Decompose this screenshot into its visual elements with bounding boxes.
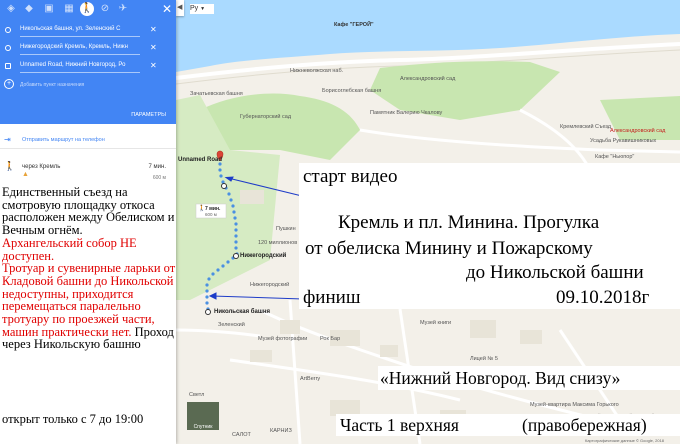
place-label: САЛОТ xyxy=(232,432,251,438)
caption-line-3: до Никольской башни xyxy=(466,262,644,283)
walk-dist-label: 600 м xyxy=(205,212,217,217)
route-via: через Кремль xyxy=(22,164,61,170)
add-destination-icon[interactable]: + xyxy=(4,79,14,89)
remove-waypoint-icon[interactable]: ✕ xyxy=(150,43,157,52)
place-label: Рок Бар xyxy=(320,336,341,342)
side-label: (правобережная) xyxy=(522,415,647,435)
send-to-phone-row[interactable]: ⇥ Отправить маршрут на телефон xyxy=(0,132,176,149)
series-title: «Нижний Новгород. Вид снизу» xyxy=(380,368,621,388)
phone-icon: ⇥ xyxy=(4,135,11,144)
route-kremlin-label: Нижегородский xyxy=(240,253,287,259)
waypoint-end-icon xyxy=(5,63,11,69)
place-label: 120 миллионов xyxy=(258,240,298,246)
warning-icon: ▲ xyxy=(22,171,29,178)
note-black-1: Единственный съезд на смотровую площадку… xyxy=(2,185,175,238)
waypoint-1-text: Никольская башня, ул. Зеленский С xyxy=(20,26,121,32)
caption-date: 09.10.2018г xyxy=(556,287,650,308)
walking-icon: 🚶 xyxy=(4,161,16,171)
overlay-note: Единственный съезд на смотровую площадку… xyxy=(2,186,180,351)
walk-mode-icon[interactable]: 🚶 xyxy=(80,2,94,16)
language-selector[interactable]: Ру ▼ xyxy=(190,4,214,14)
place-label: КАРНИЗ xyxy=(270,428,292,434)
collapse-panel-button[interactable]: ◀ xyxy=(176,0,184,16)
place-label: Александровский сад xyxy=(400,76,456,82)
place-label: Нижегородский xyxy=(250,282,290,288)
waypoint-mid-icon xyxy=(5,45,11,51)
directions-panel: ◈ ◆ ▣ ▦ 🚶 ⊘ ✈ ✕ Никольская башня, ул. Зе… xyxy=(0,0,176,444)
waypoint-field-1[interactable]: Никольская башня, ул. Зеленский С xyxy=(20,22,140,37)
route-end-marker[interactable] xyxy=(205,309,211,315)
options-button[interactable]: ПАРАМЕТРЫ xyxy=(131,112,166,118)
place-label: Нижневолжская наб. xyxy=(290,68,344,74)
place-label: Светл xyxy=(189,392,205,398)
place-label: Борисоглебская башня xyxy=(322,88,382,94)
satellite-toggle-label: Спутник xyxy=(193,424,213,430)
place-label: Музей фотографии xyxy=(258,336,308,342)
language-label: Ру xyxy=(190,5,199,12)
bike-icon[interactable]: ⊘ xyxy=(98,2,112,16)
waypoint-2-text: Нижегородский Кремль, Кремль, Нижн xyxy=(20,44,128,50)
caption-line-2: от обелиска Минину и Пожарскому xyxy=(305,238,593,259)
add-destination-input[interactable]: Добавить пункт назначения xyxy=(20,82,84,88)
route-waypoint-kremlin[interactable] xyxy=(221,183,227,189)
place-label: Музей-квартира Максима Горького xyxy=(530,402,619,408)
note-hours: открыт только с 7 до 19:00 xyxy=(2,412,144,426)
walk-icon: 🚶 xyxy=(198,206,206,212)
place-label: Музей книги xyxy=(420,320,452,326)
place-label: Лицей № 5 xyxy=(470,356,498,362)
waypoint-3-text: Unnamed Road, Нижний Новгород, Ро xyxy=(20,62,126,68)
chevron-left-icon: ◀ xyxy=(177,4,183,11)
caption-start: старт видео xyxy=(303,166,398,187)
route-distance: 600 м xyxy=(152,175,166,181)
send-to-phone-link[interactable]: Отправить маршрут на телефон xyxy=(22,137,105,143)
close-icon[interactable]: ✕ xyxy=(162,2,172,16)
route-time: 7 мин. xyxy=(148,164,166,170)
travel-mode-bar: ◈ ◆ ▣ ▦ 🚶 ⊘ ✈ ✕ xyxy=(0,0,176,18)
waypoint-field-2[interactable]: Нижегородский Кремль, Кремль, Нижн xyxy=(20,40,140,55)
map-copyright: Картографические данные © Google, 2018 xyxy=(585,438,665,443)
plane-icon[interactable]: ✈ xyxy=(116,2,130,16)
place-label: Александровский сад xyxy=(610,128,666,134)
chevron-down-icon: ▼ xyxy=(200,6,206,12)
remove-waypoint-icon[interactable]: ✕ xyxy=(150,25,157,34)
directions-icon[interactable]: ◈ xyxy=(4,2,18,16)
place-label: Губернаторский сад xyxy=(240,114,292,120)
place-label: Кремлевский Съезд xyxy=(560,124,612,130)
place-label: Кафе "ГЕРОЙ" xyxy=(334,22,374,28)
remove-waypoint-icon[interactable]: ✕ xyxy=(150,61,157,70)
caption-finish: финиш xyxy=(303,287,361,308)
directions-header: ◈ ◆ ▣ ▦ 🚶 ⊘ ✈ ✕ Никольская башня, ул. Зе… xyxy=(0,0,176,124)
place-label: Кафе "Ньюпор" xyxy=(595,154,635,160)
route-start-label: Unnamed Road xyxy=(178,157,223,163)
route-waypoint-middle[interactable] xyxy=(233,253,239,259)
waypoint-field-3[interactable]: Unnamed Road, Нижний Новгород, Ро xyxy=(20,58,140,73)
place-label: Зачатьевская башня xyxy=(190,91,243,97)
part-label: Часть 1 верхняя xyxy=(340,415,459,435)
waypoint-start-icon xyxy=(5,27,11,33)
place-label: Зеленский xyxy=(218,322,245,328)
route-end-label: Никольская башня xyxy=(214,309,270,315)
transit-icon[interactable]: ▣ xyxy=(42,2,56,16)
car-icon[interactable]: ◆ xyxy=(22,2,36,16)
caption-line-1: Кремль и пл. Минина. Прогулка xyxy=(338,212,600,233)
note-red-1: Архангельский собор НЕ доступен. xyxy=(2,235,137,263)
place-label: ArtBerry xyxy=(300,376,321,382)
bus-icon[interactable]: ▦ xyxy=(62,2,76,16)
place-label: Памятник Валерию Чкалову xyxy=(370,110,443,116)
place-label: Пушкин xyxy=(276,226,296,232)
place-label: Усадьба Рукавишниковых xyxy=(590,138,657,144)
